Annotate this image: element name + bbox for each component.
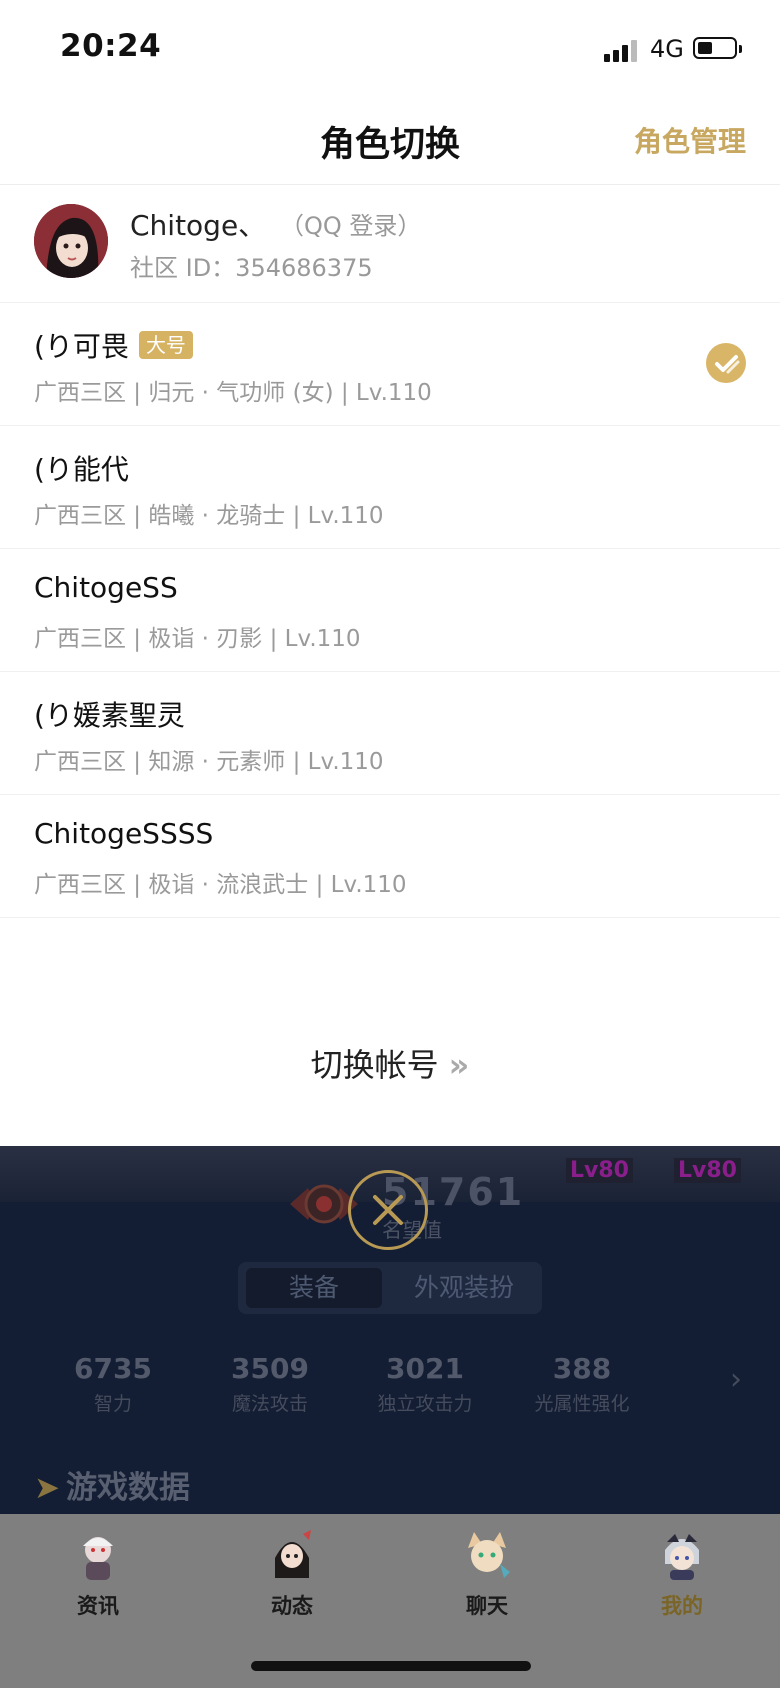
tab-feed[interactable]: 动态: [232, 1528, 352, 1620]
role-item[interactable]: ChitogeSSSS 广西三区 | 极诣 · 流浪武士 | Lv.110: [0, 795, 780, 918]
community-id: 社区 ID：354686375: [130, 254, 373, 282]
equipment-tabs: 装备 外观装扮: [238, 1262, 542, 1314]
role-name: (り媛素聖灵: [34, 699, 185, 732]
battery-icon: [693, 37, 742, 59]
switch-account-label: 切换帐号: [310, 1046, 439, 1084]
role-name: ChitogeSS: [34, 571, 178, 604]
header: 角色切换 角色管理: [0, 96, 780, 185]
tab-appearance[interactable]: 外观装扮: [394, 1268, 534, 1308]
role-name: (り能代: [34, 453, 129, 486]
main-account-badge: 大号: [138, 331, 193, 359]
switch-account-button[interactable]: 切换帐号»: [0, 1040, 780, 1086]
avatar: [34, 204, 108, 278]
network-type: 4G: [650, 35, 684, 63]
section-title: ➤ 游戏数据: [34, 1470, 190, 1506]
role-meta: 广西三区 | 知源 · 元素师 | Lv.110: [34, 749, 384, 775]
stat-item: 388 光属性强化: [507, 1352, 657, 1416]
role-name: ChitogeSSSS: [34, 817, 214, 850]
stat-label: 独立攻击力: [377, 1393, 473, 1415]
close-button[interactable]: [348, 1170, 428, 1250]
role-manage-button[interactable]: 角色管理: [634, 120, 746, 160]
role-meta: 广西三区 | 极诣 · 流浪武士 | Lv.110: [34, 872, 407, 898]
feed-character-icon: [265, 1528, 319, 1582]
tab-mine[interactable]: 我的: [622, 1528, 742, 1620]
account-info: Chitoge、 （QQ 登录） 社区 ID：354686375: [0, 184, 780, 303]
arrow-icon: ➤: [34, 1470, 60, 1506]
stat-value: 6735: [74, 1352, 152, 1385]
tab-chat[interactable]: 聊天: [427, 1528, 547, 1620]
login-type: （QQ 登录）: [280, 212, 422, 240]
close-icon: [373, 1195, 403, 1225]
role-meta: 广西三区 | 归元 · 气功师 (女) | Lv.110: [34, 380, 432, 406]
stat-label: 光属性强化: [534, 1393, 630, 1415]
role-item[interactable]: (り能代 广西三区 | 皓曦 · 龙骑士 | Lv.110: [0, 426, 780, 549]
status-time: 20:24: [60, 28, 162, 64]
status-bar: 20:24 4G: [0, 0, 780, 96]
role-meta: 广西三区 | 极诣 · 刃影 | Lv.110: [34, 626, 361, 652]
role-name: (り可畏 大号: [34, 325, 193, 365]
signal-icon: [604, 38, 644, 62]
level-tag: Lv80: [674, 1158, 741, 1183]
home-indicator[interactable]: [251, 1661, 531, 1671]
stat-value: 388: [552, 1352, 612, 1385]
level-tag: Lv80: [566, 1158, 633, 1183]
profile-character-icon: [655, 1528, 709, 1582]
stat-item: 3021 独立攻击力: [350, 1352, 500, 1416]
selected-check-icon: [706, 343, 746, 383]
chevron-right-icon[interactable]: ›: [730, 1362, 742, 1397]
stat-value: 3021: [386, 1352, 464, 1385]
role-meta: 广西三区 | 皓曦 · 龙骑士 | Lv.110: [34, 503, 384, 529]
account-name: Chitoge、: [130, 209, 267, 242]
news-character-icon: [71, 1528, 125, 1582]
tab-equipment[interactable]: 装备: [246, 1268, 382, 1308]
double-chevron-right-icon: »: [448, 1046, 470, 1084]
stat-label: 魔法攻击: [231, 1393, 308, 1415]
stat-label: 智力: [93, 1393, 132, 1415]
role-item[interactable]: ChitogeSS 广西三区 | 极诣 · 刃影 | Lv.110: [0, 549, 780, 672]
tab-news[interactable]: 资讯: [38, 1528, 158, 1620]
role-item[interactable]: (り可畏 大号 广西三区 | 归元 · 气功师 (女) | Lv.110: [0, 303, 780, 426]
stat-value: 3509: [231, 1352, 309, 1385]
stat-item: 3509 魔法攻击: [195, 1352, 345, 1416]
role-item[interactable]: (り媛素聖灵 广西三区 | 知源 · 元素师 | Lv.110: [0, 672, 780, 795]
chat-character-icon: [460, 1528, 514, 1582]
stat-item: 6735 智力: [38, 1352, 188, 1416]
